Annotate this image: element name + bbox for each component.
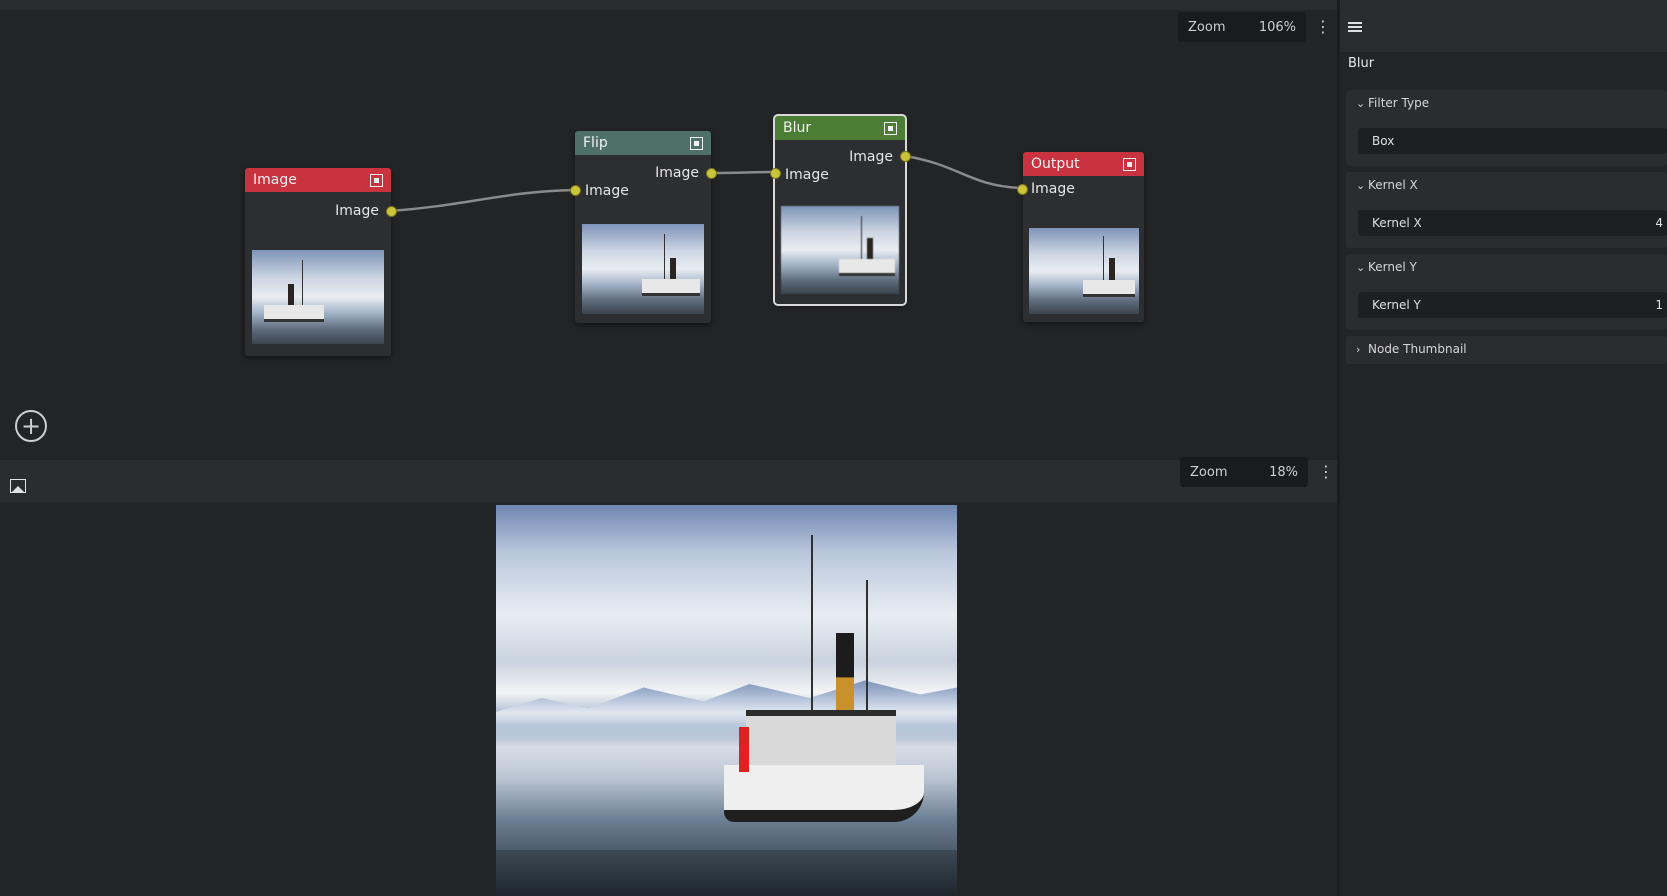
filter-type-select[interactable]: Box — [1358, 128, 1667, 154]
link-image-flip — [390, 188, 575, 213]
panel-toolbar — [1340, 0, 1667, 52]
filter-type-value: Box — [1372, 134, 1395, 148]
blur-node-output-port[interactable] — [900, 151, 911, 162]
kernel-x-field-label: Kernel X — [1372, 216, 1422, 230]
node-thumbnail-section[interactable]: › Node Thumbnail — [1346, 336, 1667, 364]
blur-node-input-port[interactable] — [770, 168, 781, 179]
image-node-output-port[interactable] — [386, 206, 397, 217]
image-node[interactable]: Image Image — [245, 168, 391, 356]
filter-type-section: ⌄ Filter Type Box — [1346, 90, 1667, 166]
kernel-x-label: Kernel X — [1368, 178, 1418, 192]
image-node-header[interactable]: Image — [245, 168, 391, 192]
blur-node-thumbnail — [781, 206, 899, 294]
sliders-icon[interactable] — [1348, 20, 1362, 34]
selected-node-name: Blur — [1348, 56, 1375, 71]
flip-node[interactable]: Flip Image Image — [575, 131, 711, 323]
viewer-zoom-label: Zoom — [1190, 464, 1228, 480]
node-editor[interactable]: Zoom 106% ⋮ Image Image Flip Image Image — [0, 0, 1337, 460]
kernel-x-section: ⌄ Kernel X Kernel X 4 — [1346, 172, 1667, 248]
image-icon[interactable] — [10, 479, 26, 493]
image-node-thumbnail — [252, 250, 384, 344]
flip-node-output-port[interactable] — [706, 168, 717, 179]
blur-node-header[interactable]: Blur — [775, 116, 905, 140]
node-thumbnail-header[interactable]: › Node Thumbnail — [1356, 336, 1467, 362]
kernel-y-value[interactable]: 1 — [1655, 292, 1663, 318]
blur-node-output-label: Image — [849, 149, 893, 165]
viewer-zoom-value[interactable]: 18% — [1269, 465, 1298, 480]
chevron-down-icon: ⌄ — [1356, 261, 1366, 274]
node-preview-icon[interactable] — [690, 136, 703, 150]
output-node[interactable]: Output Image — [1023, 152, 1144, 322]
kernel-x-header[interactable]: ⌄ Kernel X — [1356, 172, 1418, 198]
image-node-output-label: Image — [335, 203, 379, 219]
flip-node-input-port[interactable] — [570, 185, 581, 196]
filter-type-label: Filter Type — [1368, 96, 1430, 110]
image-node-title: Image — [253, 172, 297, 188]
kernel-x-field[interactable]: Kernel X 4 — [1358, 210, 1667, 236]
blur-node[interactable]: Blur Image Image — [773, 114, 907, 306]
flip-node-input-label: Image — [585, 183, 629, 199]
output-node-header[interactable]: Output — [1023, 152, 1144, 176]
kernel-y-label: Kernel Y — [1368, 260, 1417, 274]
output-node-input-port[interactable] — [1017, 184, 1028, 195]
image-viewer[interactable]: Zoom 18% ⋮ — [0, 457, 1337, 896]
node-preview-icon[interactable] — [884, 121, 897, 135]
link-blur-output — [904, 154, 1022, 190]
kernel-y-field-label: Kernel Y — [1372, 298, 1421, 312]
add-node-icon[interactable]: + — [15, 410, 47, 442]
blur-node-title: Blur — [783, 120, 812, 136]
flip-node-header[interactable]: Flip — [575, 131, 711, 155]
kernel-y-section: ⌄ Kernel Y Kernel Y 1 — [1346, 254, 1667, 330]
chevron-down-icon: ⌄ — [1356, 97, 1366, 110]
output-node-input-label: Image — [1031, 181, 1075, 197]
viewer-zoom-control[interactable]: Zoom 18% — [1180, 457, 1308, 487]
kebab-menu-icon[interactable]: ⋮ — [1318, 463, 1334, 481]
node-thumbnail-label: Node Thumbnail — [1368, 342, 1467, 356]
viewer-toolbar — [0, 460, 1337, 502]
node-preview-icon[interactable] — [370, 173, 383, 187]
filter-type-header[interactable]: ⌄ Filter Type — [1356, 90, 1429, 116]
kernel-y-header[interactable]: ⌄ Kernel Y — [1356, 254, 1417, 280]
output-preview-image — [496, 505, 957, 896]
output-node-title: Output — [1031, 156, 1080, 172]
flip-node-title: Flip — [583, 135, 608, 151]
chevron-down-icon: ⌄ — [1356, 179, 1366, 192]
link-flip-blur — [710, 170, 775, 175]
output-node-thumbnail — [1029, 228, 1139, 314]
chevron-right-icon: › — [1356, 343, 1361, 356]
properties-panel: Blur ⌄ Filter Type Box ⌄ Kernel X Kernel X… — [1340, 0, 1667, 896]
node-preview-icon[interactable] — [1123, 157, 1136, 171]
blur-node-input-label: Image — [785, 167, 829, 183]
kernel-y-field[interactable]: Kernel Y 1 — [1358, 292, 1667, 318]
flip-node-output-label: Image — [655, 165, 699, 181]
kernel-x-value[interactable]: 4 — [1655, 210, 1663, 236]
flip-node-thumbnail — [582, 224, 704, 314]
